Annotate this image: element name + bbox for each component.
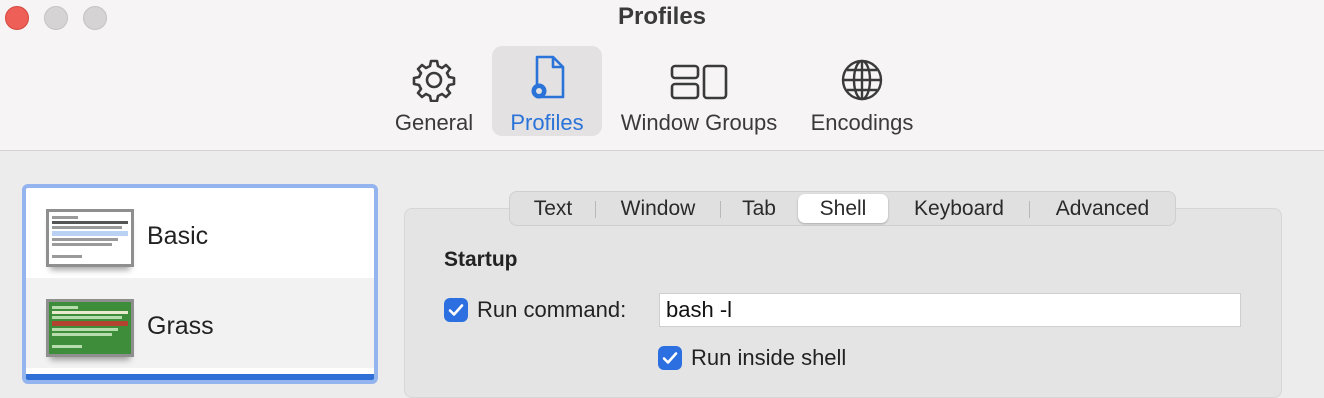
tab-text[interactable]: Text (510, 192, 596, 225)
window-groups-icon (669, 54, 729, 102)
profile-document-icon (525, 54, 569, 102)
gear-icon (412, 54, 456, 102)
toolbar-window-groups-label: Window Groups (620, 110, 778, 135)
globe-icon (840, 54, 884, 102)
toolbar-profiles-label: Profiles (510, 110, 584, 135)
toolbar-general-label: General (394, 110, 474, 135)
run-inside-shell-label: Run inside shell (691, 345, 847, 370)
startup-section-title: Startup (444, 248, 518, 271)
basic-profile-thumbnail (46, 209, 134, 267)
toolbar-profiles[interactable]: Profiles (492, 46, 602, 136)
run-command-label: Run command: (477, 297, 627, 322)
grass-profile-thumbnail (46, 299, 134, 357)
toolbar-window-groups[interactable]: Window Groups (614, 46, 784, 136)
tab-window[interactable]: Window (596, 192, 720, 225)
preferences-content: Basic Grass Text Window Tab Shell Keyboa… (0, 151, 1324, 398)
toolbar-general[interactable]: General (388, 46, 480, 136)
tab-shell[interactable]: Shell (798, 194, 888, 223)
tab-keyboard[interactable]: Keyboard (890, 192, 1028, 225)
checkmark-icon (448, 304, 464, 316)
profile-name: Basic (147, 222, 209, 250)
window-toolbar: Profiles General Profiles Window Groups … (0, 0, 1324, 151)
toolbar-encodings[interactable]: Encodings (804, 46, 920, 136)
profile-item-basic[interactable]: Basic (26, 188, 374, 278)
profile-list[interactable]: Basic Grass (22, 184, 378, 384)
profile-item-grass[interactable]: Grass (26, 278, 374, 368)
profile-name: Grass (147, 312, 214, 340)
checkmark-icon (662, 352, 678, 364)
profile-settings-tabs: Text Window Tab Shell Keyboard Advanced (509, 191, 1176, 226)
window-title: Profiles (617, 3, 707, 30)
run-inside-shell-checkbox[interactable] (658, 346, 682, 370)
toolbar-encodings-label: Encodings (810, 110, 914, 135)
tab-advanced[interactable]: Advanced (1030, 192, 1175, 225)
run-command-checkbox[interactable] (444, 298, 468, 322)
tab-tab[interactable]: Tab (720, 192, 798, 225)
run-command-input[interactable] (659, 293, 1241, 327)
